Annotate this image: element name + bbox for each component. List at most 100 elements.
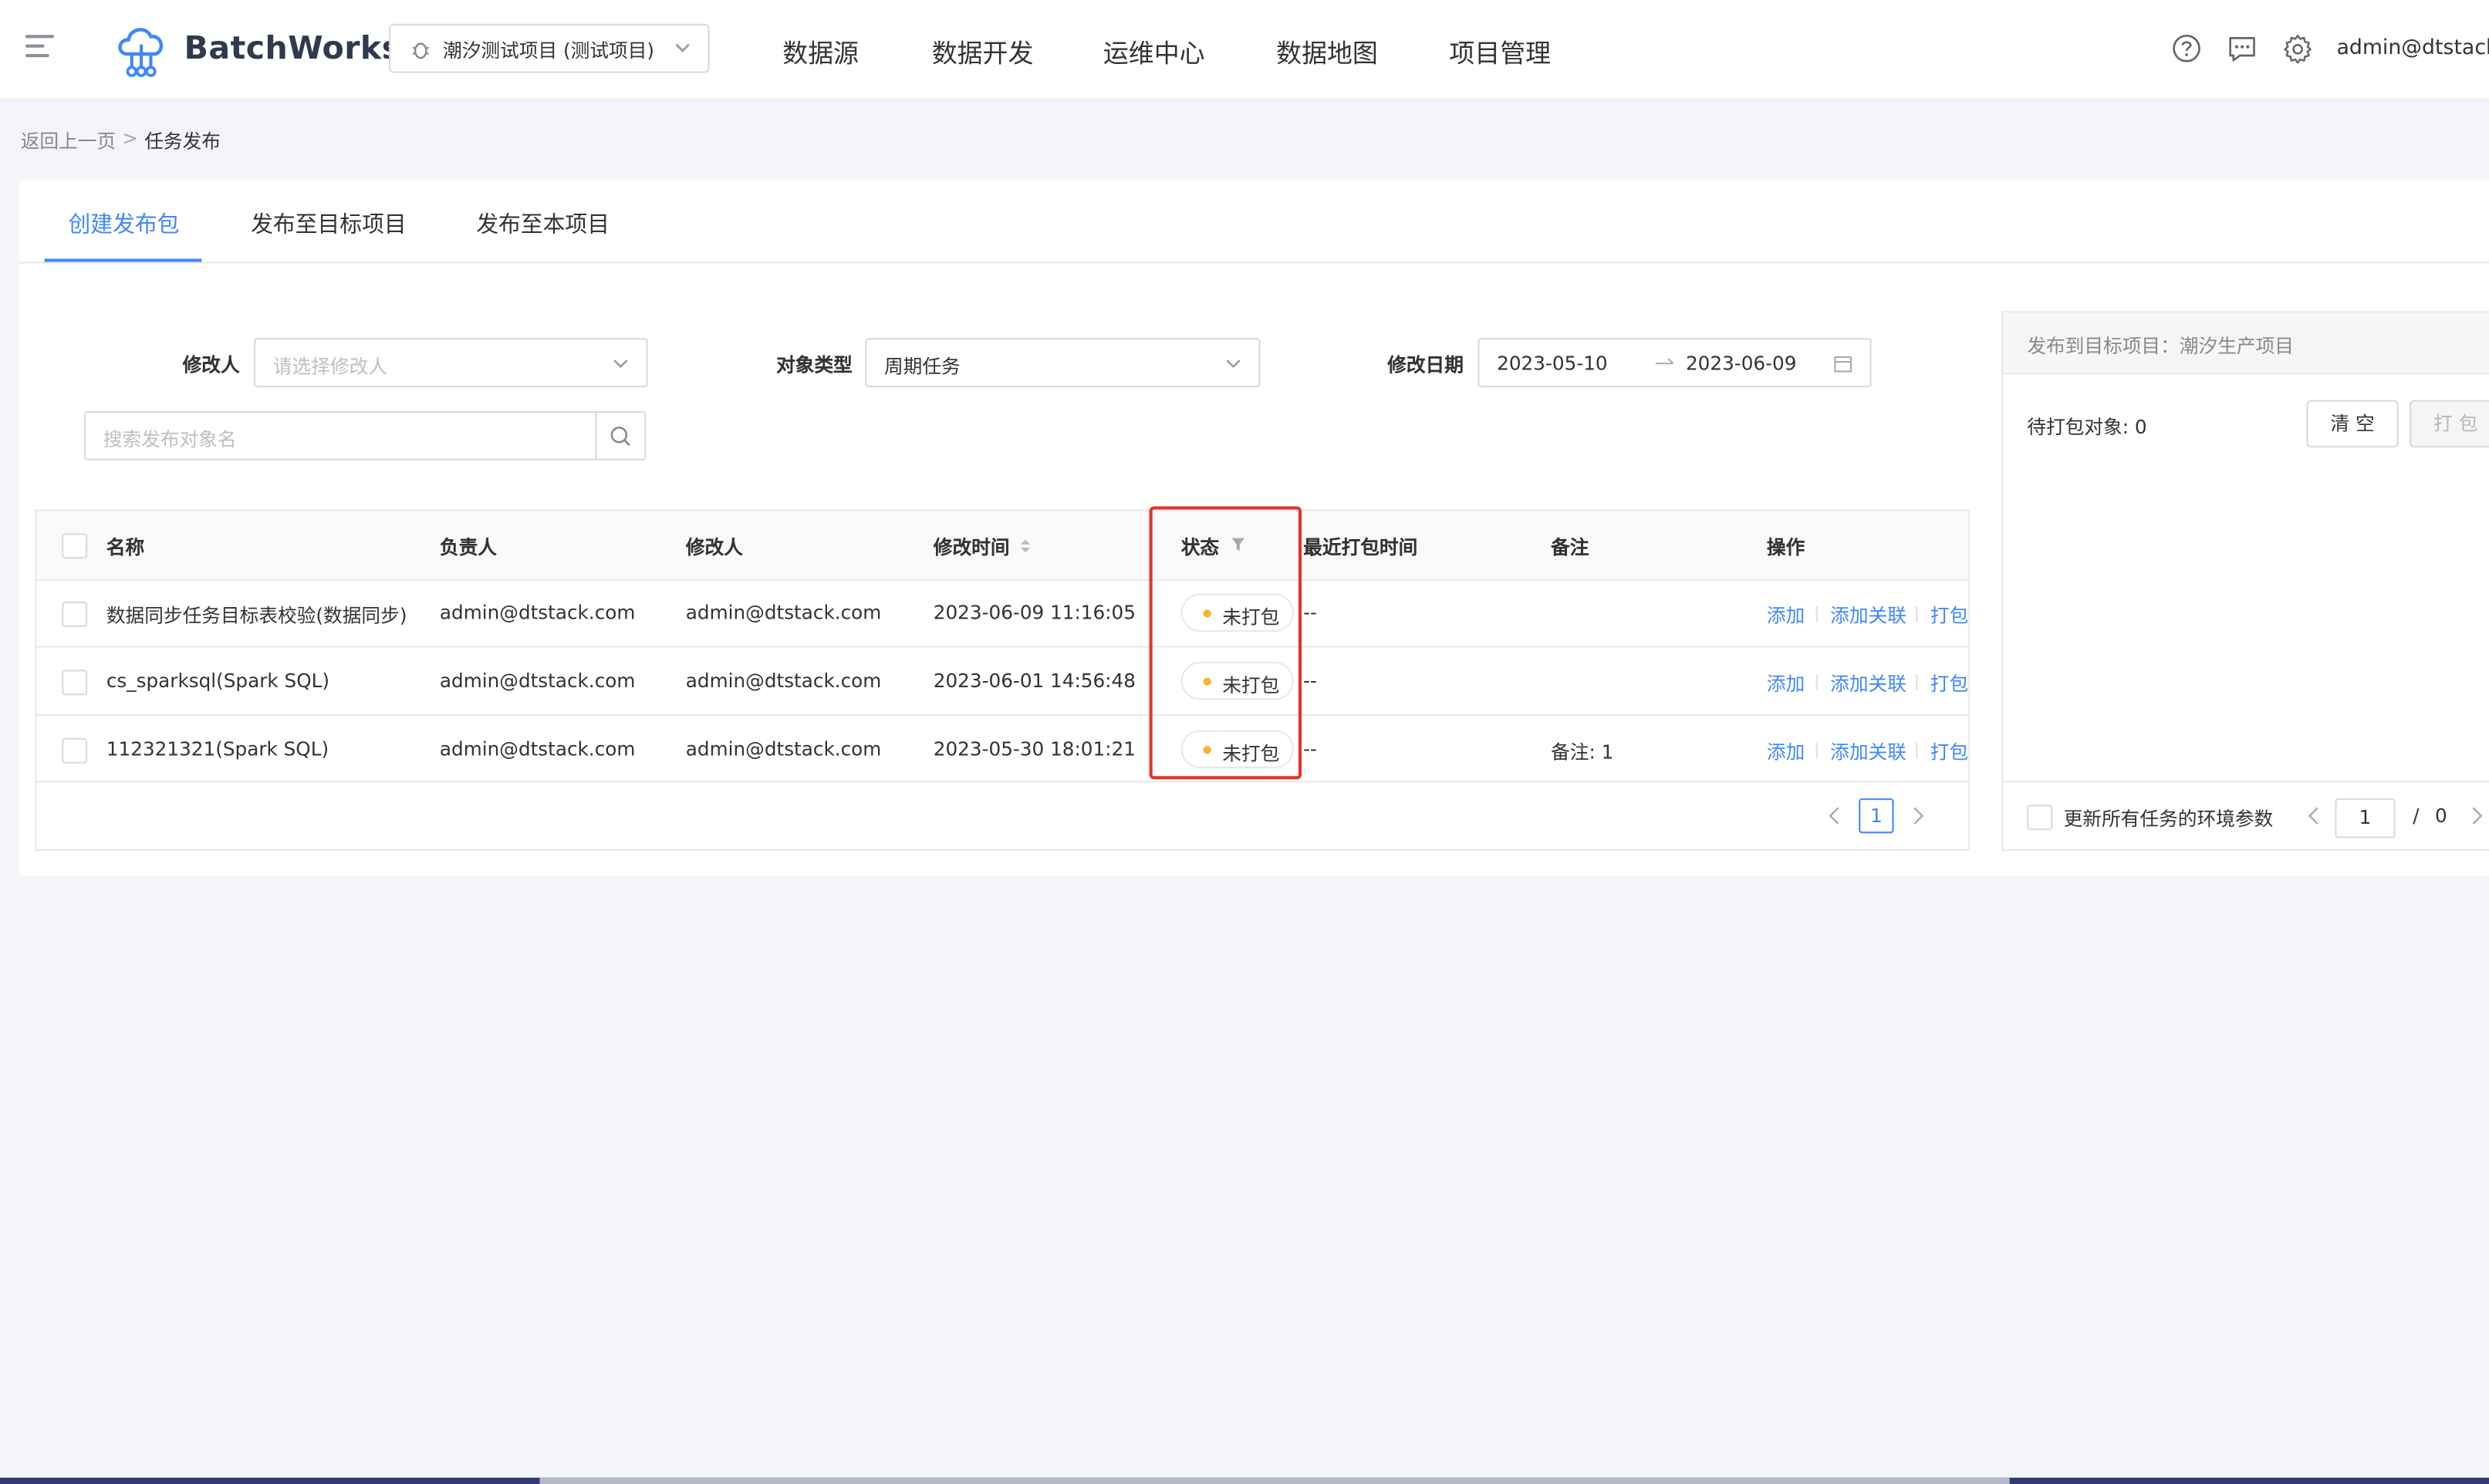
project-select-value: 潮汐测试项目 (测试项目): [443, 39, 655, 62]
pack-link[interactable]: 打包: [1930, 602, 1968, 629]
page-current[interactable]: 1: [1859, 798, 1894, 834]
row-modifier: admin@dtstack.com: [685, 601, 882, 624]
publish-panel-title: 发布到目标项目：潮汐生产项目: [2027, 335, 2294, 358]
chevron-down-icon: [1226, 359, 1241, 369]
panel-page-total: 0: [2435, 804, 2447, 828]
object-type-value: 周期任务: [883, 355, 961, 378]
action-divider: [1815, 674, 1818, 691]
add-relation-link[interactable]: 添加关联: [1830, 738, 1906, 765]
row-owner: admin@dtstack.com: [439, 737, 636, 761]
col-note: 备注: [1551, 536, 1589, 559]
row-last-pack: --: [1303, 601, 1317, 624]
sort-icon[interactable]: [1019, 537, 1032, 556]
tab-create-package[interactable]: 创建发布包: [68, 208, 179, 240]
cloud-logo-icon: [118, 28, 164, 77]
action-divider: [1916, 674, 1918, 691]
calendar-icon: [1834, 356, 1852, 373]
prev-page-icon[interactable]: [1827, 804, 1843, 827]
pack-link[interactable]: 打包: [1930, 669, 1968, 696]
panel-page-separator: /: [2413, 804, 2420, 828]
row-divider: [36, 781, 1969, 783]
modifier-select-placeholder: 请选择修改人: [272, 355, 388, 378]
row-name: 数据同步任务目标表校验(数据同步): [106, 605, 407, 627]
publish-panel: [2001, 311, 2489, 851]
nav-data-development[interactable]: 数据开发: [932, 32, 1034, 69]
chevron-down-icon: [675, 43, 690, 52]
modifier-select[interactable]: 请选择修改人: [254, 338, 648, 388]
tabs-divider: [19, 261, 2489, 264]
date-start[interactable]: 2023-05-10: [1497, 352, 1608, 375]
row-name: cs_sparksql(Spark SQL): [106, 669, 330, 693]
panel-divider: [2003, 781, 2489, 783]
pack-link[interactable]: 打包: [1930, 738, 1968, 765]
row-checkbox[interactable]: [62, 669, 88, 696]
row-modifier: admin@dtstack.com: [685, 669, 882, 693]
row-owner: admin@dtstack.com: [439, 601, 636, 624]
clear-button[interactable]: 清 空: [2306, 400, 2399, 448]
add-link[interactable]: 添加: [1767, 738, 1805, 765]
date-end[interactable]: 2023-06-09: [1686, 352, 1797, 375]
menu-toggle-icon[interactable]: [25, 35, 54, 60]
col-owner: 负责人: [439, 536, 497, 559]
add-link[interactable]: 添加: [1767, 602, 1805, 629]
tab-publish-self[interactable]: 发布至本项目: [476, 208, 610, 240]
row-last-pack: --: [1303, 669, 1317, 693]
dock-strip-segment: [539, 1477, 2010, 1484]
date-range-picker[interactable]: 2023-05-10 2023-06-09: [1478, 338, 1872, 388]
modify-date-label: 修改日期: [1387, 353, 1464, 376]
message-icon[interactable]: [2227, 33, 2258, 63]
help-icon[interactable]: [2172, 33, 2202, 63]
update-env-label: 更新所有任务的环境参数: [2063, 808, 2274, 831]
add-link[interactable]: 添加: [1767, 669, 1805, 696]
chevron-down-icon: [613, 359, 628, 369]
action-divider: [1916, 606, 1918, 622]
prev-page-icon[interactable]: [2306, 804, 2322, 827]
action-divider: [1916, 743, 1918, 759]
nav-project-management[interactable]: 项目管理: [1449, 32, 1551, 69]
nav-data-map[interactable]: 数据地图: [1276, 32, 1378, 69]
pending-count: 待打包对象: 0: [2027, 416, 2147, 438]
col-modified-time[interactable]: 修改时间: [934, 533, 1010, 560]
app-name: BatchWorks: [184, 29, 401, 67]
object-type-select[interactable]: 周期任务: [865, 338, 1261, 388]
breadcrumb-separator: >: [122, 126, 139, 150]
update-env-checkbox[interactable]: [2027, 804, 2053, 831]
select-all-checkbox[interactable]: [62, 533, 88, 559]
project-select[interactable]: 潮汐测试项目 (测试项目): [389, 23, 710, 73]
row-name: 112321321(Spark SQL): [106, 737, 329, 761]
search-input[interactable]: 搜索发布对象名: [84, 410, 647, 460]
nav-operations-center[interactable]: 运维中心: [1103, 32, 1205, 69]
row-checkbox[interactable]: [62, 601, 88, 627]
breadcrumb-current: 任务发布: [144, 130, 221, 153]
user-account[interactable]: admin@dtstack.c: [2336, 36, 2489, 60]
object-type-label: 对象类型: [776, 353, 853, 376]
row-divider: [36, 646, 1969, 648]
add-relation-link[interactable]: 添加关联: [1830, 602, 1906, 629]
row-note: 备注: 1: [1551, 740, 1614, 764]
breadcrumb-back-link[interactable]: 返回上一页: [21, 127, 116, 154]
action-divider: [1815, 743, 1818, 759]
bottom-dock-strip: [0, 1477, 2489, 1484]
col-last-pack-time: 最近打包时间: [1303, 536, 1418, 559]
row-modified-time: 2023-05-30 18:01:21: [933, 737, 1136, 761]
top-header: BatchWorks 潮汐测试项目 (测试项目) 数据源 数据开发 运维中心 数…: [0, 0, 2489, 99]
bug-icon: [412, 42, 429, 59]
row-modified-time: 2023-06-09 11:16:05: [933, 601, 1136, 624]
add-relation-link[interactable]: 添加关联: [1830, 669, 1906, 696]
gear-icon[interactable]: [2283, 33, 2313, 64]
action-divider: [1815, 606, 1818, 622]
row-divider: [36, 714, 1969, 717]
col-actions: 操作: [1766, 536, 1805, 559]
row-owner: admin@dtstack.com: [439, 669, 636, 693]
row-last-pack: --: [1303, 737, 1317, 761]
tab-publish-target[interactable]: 发布至目标项目: [251, 208, 407, 240]
row-modified-time: 2023-06-01 14:56:48: [933, 669, 1136, 693]
search-button[interactable]: [595, 413, 645, 459]
next-page-icon[interactable]: [2468, 804, 2484, 827]
next-page-icon[interactable]: [1910, 804, 1926, 827]
row-checkbox[interactable]: [62, 737, 88, 764]
panel-page-input[interactable]: 1: [2335, 798, 2396, 838]
app-root: BatchWorks 潮汐测试项目 (测试项目) 数据源 数据开发 运维中心 数…: [0, 0, 2489, 1484]
nav-datasource[interactable]: 数据源: [782, 32, 859, 69]
pack-button[interactable]: 打 包: [2410, 400, 2489, 448]
